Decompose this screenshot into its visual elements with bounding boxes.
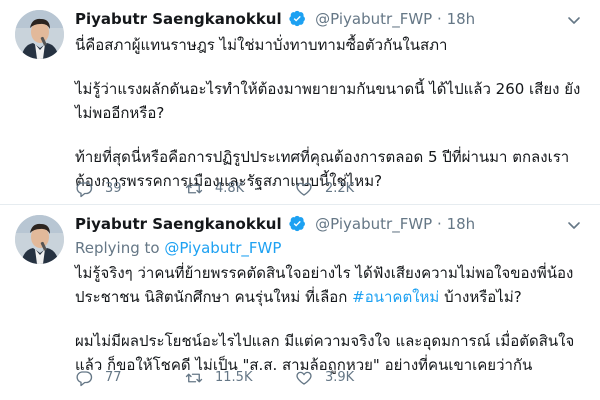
reply-button[interactable]: 39 [75,179,185,199]
tweet-text: นี่คือสภาผู้แทนราษฎร ไม่ใช่มาบั่งทาบทามซ… [75,33,585,193]
timestamp[interactable]: 18h [447,10,476,28]
reply-count: 77 [105,370,122,385]
separator-dot: · [437,10,442,28]
like-icon [296,371,312,385]
retweet-count: 11.5K [215,370,253,385]
chevron-down-icon[interactable] [566,12,582,28]
verified-badge-icon [289,10,306,27]
like-button[interactable]: 3.9K [295,368,413,388]
retweet-icon [185,373,203,383]
display-name[interactable]: Piyabutr Saengkanokkul [75,10,282,28]
tweet-actions: 39 4.8K 2.2K [75,179,515,199]
avatar[interactable] [15,215,64,264]
replying-to: Replying to @Piyabutr_FWP [75,239,281,257]
like-count: 2.2K [325,181,355,196]
replying-to-label: Replying to [75,239,165,257]
tweet-text-segment: บ้างหรือไม่? [439,288,522,306]
like-button[interactable]: 2.2K [295,179,413,199]
retweet-button[interactable]: 4.8K [185,179,295,199]
retweet-count: 4.8K [215,181,245,196]
avatar[interactable] [15,10,64,59]
like-count: 3.9K [325,370,355,385]
tweet[interactable]: Piyabutr Saengkanokkul @Piyabutr_FWP · 1… [0,0,600,205]
tweet-actions: 77 11.5K 3.9K [75,368,515,388]
retweet-icon [185,184,203,194]
verified-badge-icon [289,215,306,232]
retweet-button[interactable]: 11.5K [185,368,295,388]
tweet-paragraph: ไม่รู้จริงๆ ว่าคนที่ย้ายพรรคตัดสินใจอย่า… [75,261,585,309]
user-handle[interactable]: @Piyabutr_FWP [315,10,432,28]
user-handle[interactable]: @Piyabutr_FWP [315,215,432,233]
tweet-header: Piyabutr Saengkanokkul @Piyabutr_FWP · 1… [75,215,475,233]
like-icon [296,182,312,196]
tweet[interactable]: Piyabutr Saengkanokkul @Piyabutr_FWP · 1… [0,205,600,400]
tweet-header: Piyabutr Saengkanokkul @Piyabutr_FWP · 1… [75,10,475,28]
hashtag-link[interactable]: #อนาคตใหม่ [352,288,439,306]
reply-button[interactable]: 77 [75,368,185,388]
display-name[interactable]: Piyabutr Saengkanokkul [75,215,282,233]
timestamp[interactable]: 18h [447,215,476,233]
tweet-paragraph: นี่คือสภาผู้แทนราษฎร ไม่ใช่มาบั่งทาบทามซ… [75,36,448,54]
separator-dot: · [437,215,442,233]
reply-count: 39 [105,181,122,196]
replying-to-mention[interactable]: @Piyabutr_FWP [164,239,281,257]
reply-icon [76,371,93,387]
tweet-paragraph: ไม่รู้ว่าแรงผลักดันอะไรทำให้ต้องมาพยายาม… [75,80,581,122]
reply-icon [76,182,93,198]
chevron-down-icon[interactable] [566,217,582,233]
tweet-text: ไม่รู้จริงๆ ว่าคนที่ย้ายพรรคตัดสินใจอย่า… [75,261,585,377]
